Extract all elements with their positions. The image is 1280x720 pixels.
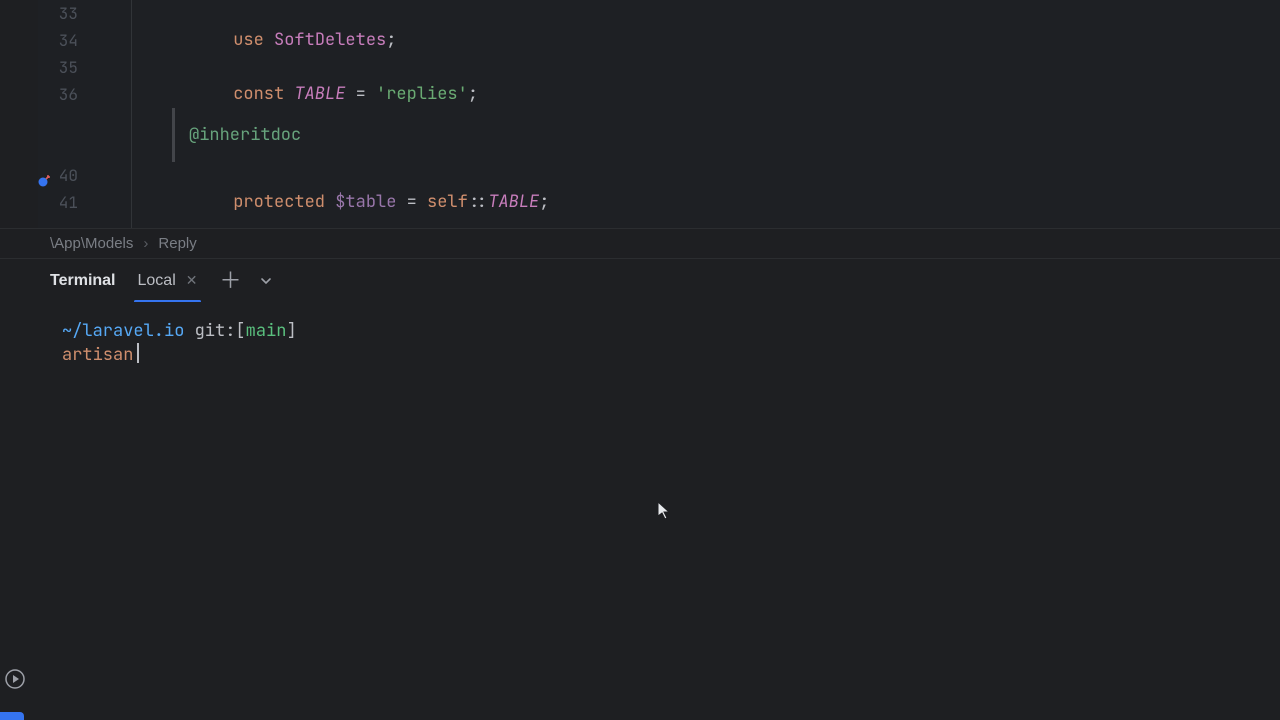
override-gutter-icon[interactable] bbox=[38, 168, 52, 182]
new-terminal-button[interactable]: ＋ bbox=[219, 270, 241, 292]
line-number: 40 bbox=[38, 162, 78, 189]
code-editor[interactable]: 33 34 35 36 40 41 use SoftDeletes; const… bbox=[0, 0, 1280, 228]
bottom-accent-indicator bbox=[0, 712, 24, 720]
keyword-self: self bbox=[427, 191, 468, 213]
chevron-right-icon: › bbox=[143, 235, 148, 252]
indent-guide bbox=[131, 0, 132, 228]
keyword-protected: protected bbox=[233, 191, 325, 213]
terminal-output[interactable]: ~/laravel.io git:[main] artisan bbox=[0, 302, 1280, 720]
prompt-path: ~/laravel.io bbox=[62, 320, 184, 342]
code-area[interactable]: use SoftDeletes; const TABLE = 'replies'… bbox=[96, 0, 1280, 228]
keyword-use: use bbox=[233, 29, 264, 51]
terminal-input-line[interactable]: artisan bbox=[62, 343, 1280, 367]
line-number: 34 bbox=[38, 27, 78, 54]
terminal-command: artisan bbox=[62, 344, 133, 366]
terminal-cursor bbox=[137, 343, 139, 363]
property-table: $table bbox=[335, 191, 396, 213]
terminal-options-dropdown[interactable] bbox=[260, 275, 272, 287]
services-tool-button[interactable] bbox=[4, 668, 26, 690]
prompt-git: git: bbox=[195, 320, 236, 342]
terminal-tab-local[interactable]: Local ✕ bbox=[138, 259, 198, 302]
terminal-panel-title[interactable]: Terminal bbox=[50, 272, 116, 290]
terminal-tab-label: Local bbox=[138, 272, 176, 290]
line-number: 36 bbox=[38, 81, 78, 108]
line-number: 35 bbox=[38, 54, 78, 81]
line-number: 33 bbox=[38, 0, 78, 27]
terminal-prompt-line: ~/laravel.io git:[main] bbox=[62, 320, 1280, 343]
semicolon: ; bbox=[386, 29, 396, 51]
line-number-gutter: 33 34 35 36 40 41 bbox=[38, 0, 96, 228]
line-number: 41 bbox=[38, 189, 78, 216]
breadcrumb-namespace[interactable]: \App\Models bbox=[50, 235, 133, 252]
close-icon[interactable]: ✕ bbox=[186, 272, 198, 289]
terminal-panel-header: Terminal Local ✕ ＋ bbox=[0, 258, 1280, 302]
keyword-const: const bbox=[233, 83, 284, 105]
editor-left-gutter-strip bbox=[0, 0, 38, 228]
const-table-ref: TABLE bbox=[488, 191, 539, 213]
docblock-inheritdoc: @inheritdoc bbox=[172, 108, 1280, 162]
trait-softdeletes: SoftDeletes bbox=[274, 29, 386, 51]
string-replies: 'replies' bbox=[376, 83, 468, 105]
const-table-decl: TABLE bbox=[294, 83, 345, 105]
prompt-branch: main bbox=[246, 320, 287, 342]
